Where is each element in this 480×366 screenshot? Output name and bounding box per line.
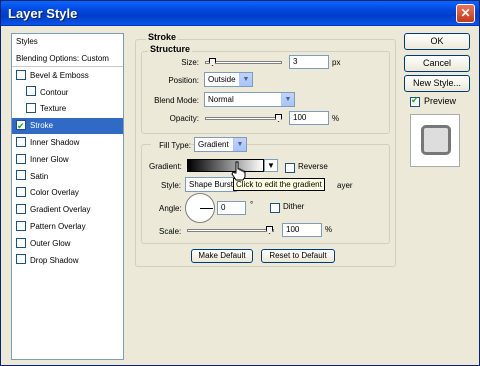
style-checkbox[interactable] [16,220,26,231]
position-label: Position: [168,76,199,85]
style-item-label: Blending Options: Custom [16,54,109,63]
hand-cursor-icon [231,161,246,181]
reverse-label: Reverse [298,162,328,171]
position-value: Outside [208,75,236,84]
gradient-label: Gradient: [149,162,182,171]
scale-label: Scale: [159,227,182,236]
style-label: Style: [161,181,182,190]
style-item-label: Contour [40,87,69,97]
chevron-down-icon: ▼ [281,93,294,106]
gradient-picker[interactable] [187,159,264,172]
chevron-down-icon: ▼ [239,73,252,86]
chevron-down-icon: ▼ [267,161,275,170]
style-checkbox[interactable] [16,170,26,181]
angle-label: Angle: [159,204,182,213]
opacity-label: Opacity: [169,114,199,123]
style-checkbox[interactable] [16,254,26,265]
blend-mode-label: Blend Mode: [154,96,199,105]
fill-type-label: Fill Type: [151,141,191,150]
styles-list-item[interactable]: Gradient Overlay [12,202,123,218]
style-item-label: Drop Shadow [30,255,79,265]
size-slider[interactable] [205,58,282,66]
angle-unit: ° [250,200,254,209]
style-select[interactable]: Shape Burst [185,177,237,192]
scale-slider[interactable] [187,226,274,234]
styles-list-item[interactable]: Contour [12,85,123,101]
title-bar[interactable]: Layer Style ✕ [1,1,479,26]
style-item-label: Texture [40,104,67,114]
styles-list-item[interactable]: Stroke [12,118,123,135]
cancel-button[interactable]: Cancel [404,55,470,72]
preview-label: Preview [424,96,457,106]
preview-swatch [421,125,451,155]
style-checkbox[interactable] [16,204,26,215]
window-title: Layer Style [8,6,78,21]
size-label: Size: [181,58,199,67]
style-item-label: Inner Shadow [30,138,80,147]
style-preview [410,114,460,167]
align-with-layer-label: ayer [337,181,353,190]
style-checkbox[interactable] [16,187,26,198]
scale-input[interactable]: 100 [282,223,322,237]
new-style-button[interactable]: New Style... [404,75,470,92]
dither-label: Dither [283,202,305,211]
blend-mode-select[interactable]: Normal ▼ [204,92,295,107]
make-default-button[interactable]: Make Default [191,249,253,263]
style-item-label: Bevel & Emboss [30,70,89,80]
angle-input[interactable]: 0 [217,201,246,215]
styles-list: Styles Blending Options: Custom Bevel & Em… [11,33,124,360]
gradient-dropdown[interactable]: ▼ [264,159,278,172]
styles-list-item[interactable]: Drop Shadow [12,253,123,269]
close-icon[interactable]: ✕ [456,4,475,23]
structure-group-title: Structure [148,44,193,54]
size-unit: px [332,58,341,67]
style-checkbox[interactable] [16,118,26,134]
stroke-group-title: Stroke [146,32,179,42]
style-value: Shape Burst [189,180,234,189]
style-item-label: Gradient Overlay [30,205,91,215]
blend-mode-value: Normal [208,95,234,104]
styles-list-item[interactable]: Bevel & Emboss [12,68,123,84]
style-checkbox[interactable] [26,86,36,97]
style-item-label: Color Overlay [30,188,79,198]
styles-list-item[interactable]: Pattern Overlay [12,219,123,235]
fill-type-select[interactable]: Gradient ▼ [194,137,247,152]
style-item-label: Styles [16,37,38,46]
styles-list-item[interactable]: Outer Glow [12,236,123,252]
styles-list-item[interactable]: Blending Options: Custom [12,51,123,67]
ok-button[interactable]: OK [404,33,470,50]
opacity-slider[interactable] [205,114,282,122]
opacity-input[interactable]: 100 [289,111,329,125]
style-item-label: Outer Glow [30,238,71,248]
styles-list-item[interactable]: Styles [12,34,123,50]
reverse-checkbox[interactable] [285,163,295,173]
styles-list-item[interactable]: Inner Glow [12,152,123,168]
style-item-label: Pattern Overlay [30,222,86,231]
scale-unit: % [325,225,333,234]
style-item-label: Inner Glow [30,154,69,164]
layer-style-dialog: Layer Style ✕ Styles Blending Options: Cu… [0,0,480,366]
style-checkbox[interactable] [26,103,36,114]
size-input[interactable]: 3 [289,55,329,69]
styles-list-item[interactable]: Texture [12,101,123,117]
dither-checkbox[interactable] [270,203,280,213]
style-checkbox[interactable] [16,136,26,147]
style-checkbox[interactable] [16,153,26,164]
styles-list-item[interactable]: Satin [12,169,123,185]
reset-to-default-button[interactable]: Reset to Default [261,249,335,263]
style-checkbox[interactable] [16,69,26,80]
preview-checkbox[interactable] [410,95,420,107]
chevron-down-icon: ▼ [233,138,246,151]
position-select[interactable]: Outside ▼ [204,72,253,87]
opacity-unit: % [332,114,340,123]
style-item-label: Satin [30,171,49,181]
style-item-label: Stroke [30,121,54,131]
styles-list-item[interactable]: Inner Shadow [12,135,123,151]
fill-type-value: Gradient [198,140,229,149]
styles-list-item[interactable]: Color Overlay [12,185,123,201]
angle-dial[interactable] [185,193,215,223]
style-checkbox[interactable] [16,237,26,248]
